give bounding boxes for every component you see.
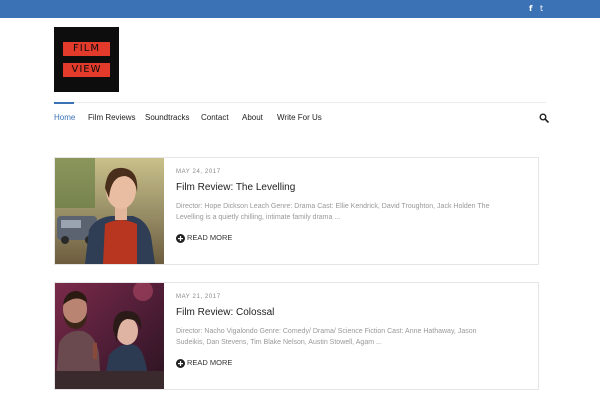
logo-line-film: FILM (63, 42, 110, 56)
post-title[interactable]: Film Review: Colossal (176, 306, 274, 320)
nav-item-about[interactable]: About (242, 112, 263, 124)
post-excerpt: Director: Hope Dickson Leach Genre: Dram… (176, 203, 490, 221)
facebook-icon[interactable]: f (529, 3, 532, 15)
post-title[interactable]: Film Review: The Levelling (176, 181, 295, 195)
nav-divider (54, 102, 546, 103)
plus-circle-icon (176, 359, 185, 368)
logo-line-view: VIEW (63, 63, 110, 77)
post-card: MAY 24, 2017 Film Review: The Levelling … (54, 157, 539, 265)
post-card: MAY 21, 2017 Film Review: Colossal Direc… (54, 282, 539, 390)
post-excerpt: Director: Nacho Vigalondo Genre: Comedy/… (176, 328, 477, 346)
post-date: MAY 21, 2017 (176, 294, 221, 300)
read-more-label: READ MORE (187, 358, 233, 367)
plus-circle-icon (176, 234, 185, 243)
site-logo[interactable]: FILM VIEW (54, 27, 119, 92)
nav-item-film-reviews[interactable]: Film Reviews (88, 112, 136, 124)
nav-item-write-for-us[interactable]: Write For Us (277, 112, 322, 124)
post-date: MAY 24, 2017 (176, 169, 221, 175)
search-icon[interactable] (539, 113, 549, 123)
nav-item-soundtracks[interactable]: Soundtracks (145, 112, 189, 124)
twitter-icon[interactable]: t (540, 3, 543, 15)
nav-active-indicator (54, 102, 74, 104)
nav-item-contact[interactable]: Contact (201, 112, 229, 124)
post-thumbnail-image[interactable] (55, 283, 164, 389)
top-bar: f t (0, 0, 600, 18)
read-more-label: READ MORE (187, 233, 233, 242)
post-thumbnail-image[interactable] (55, 158, 164, 264)
nav-item-home[interactable]: Home (54, 112, 75, 124)
